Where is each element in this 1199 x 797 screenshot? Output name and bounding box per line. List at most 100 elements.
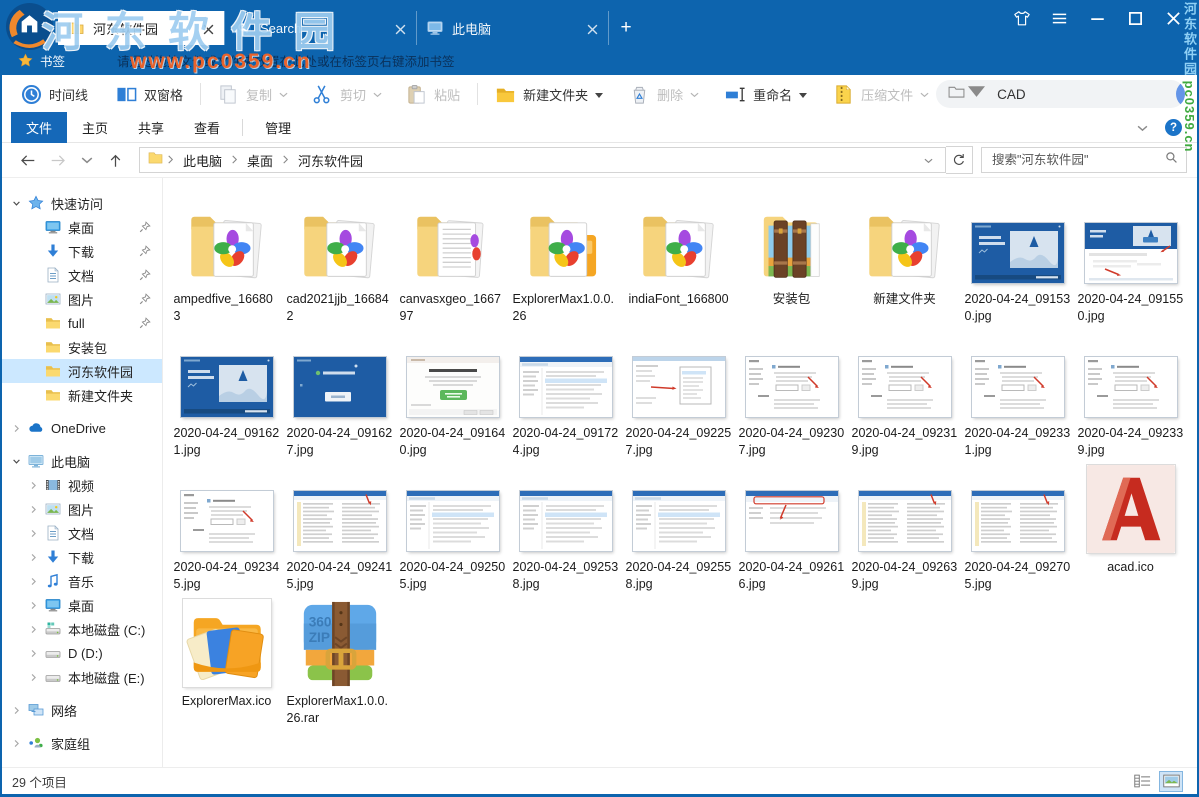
sidebar-item[interactable]: 此电脑 xyxy=(2,449,162,473)
file-item[interactable]: indiaFont_166800 xyxy=(622,192,735,326)
sidebar-item[interactable]: 下载 xyxy=(2,545,162,569)
sidebar-item[interactable]: 新建文件夹 xyxy=(2,383,162,407)
copy-button[interactable]: 复制 xyxy=(211,75,295,113)
file-item[interactable]: 2020-04-24_091724.jpg xyxy=(509,326,622,460)
file-item[interactable]: 2020-04-24_092538.jpg xyxy=(509,460,622,594)
file-item[interactable]: 新建文件夹 xyxy=(848,192,961,326)
sidebar-item[interactable]: 图片 xyxy=(2,287,162,311)
chevron-down-icon[interactable] xyxy=(373,85,382,103)
breadcrumb-chevron-icon[interactable] xyxy=(282,151,289,169)
sidebar-item[interactable]: 视频 xyxy=(2,473,162,497)
browser-tab-0[interactable]: 河东软件园 xyxy=(58,11,224,45)
cut-button[interactable]: 剪切 xyxy=(305,75,389,113)
collapse-ribbon-icon[interactable] xyxy=(1137,119,1148,137)
chevron-right-icon[interactable] xyxy=(29,648,43,658)
sidebar-item[interactable]: OneDrive xyxy=(2,416,162,440)
file-item[interactable]: acad.ico xyxy=(1074,460,1187,594)
sidebar-item[interactable]: 网络 xyxy=(2,698,162,722)
ribbon-tab-2[interactable]: 共享 xyxy=(123,112,179,143)
new-folder-button[interactable]: 新建文件夹 xyxy=(488,75,610,113)
file-item[interactable]: 2020-04-24_092345.jpg xyxy=(170,460,283,594)
bookmark-star-icon[interactable] xyxy=(18,53,33,68)
chevron-right-icon[interactable] xyxy=(29,528,43,538)
breadcrumb-segment[interactable]: 桌面 xyxy=(238,151,282,170)
breadcrumb[interactable]: 此电脑桌面河东软件园 xyxy=(139,147,946,173)
theme-skin-icon[interactable] xyxy=(1008,6,1035,30)
dropdown-caret-icon[interactable] xyxy=(595,85,603,103)
chevron-right-icon[interactable] xyxy=(29,576,43,586)
file-item[interactable]: ampedfive_166803 xyxy=(170,192,283,326)
chevron-right-icon[interactable] xyxy=(29,624,43,634)
toolbar-search-box[interactable] xyxy=(936,80,1185,108)
chevron-down-icon[interactable] xyxy=(279,85,288,103)
close-tab-icon[interactable] xyxy=(203,23,214,34)
up-button[interactable] xyxy=(100,153,131,168)
chevron-right-icon[interactable] xyxy=(29,600,43,610)
sidebar-item[interactable]: 文档 xyxy=(2,521,162,545)
sidebar-item[interactable]: 桌面 xyxy=(2,215,162,239)
breadcrumb-chevron-icon[interactable] xyxy=(231,151,238,169)
chevron-right-icon[interactable] xyxy=(29,672,43,682)
address-dropdown-icon[interactable] xyxy=(916,151,941,169)
chevron-right-icon[interactable] xyxy=(12,738,26,748)
forward-button[interactable] xyxy=(43,153,74,168)
chevron-right-icon[interactable] xyxy=(12,423,26,433)
search-go-button[interactable] xyxy=(1176,80,1185,108)
file-item[interactable]: 2020-04-24_092257.jpg xyxy=(622,326,735,460)
sidebar-item[interactable]: 快速访问 xyxy=(2,191,162,215)
file-item[interactable]: 2020-04-24_092639.jpg xyxy=(848,460,961,594)
file-item[interactable]: 2020-04-24_092307.jpg xyxy=(735,326,848,460)
close-tab-icon[interactable] xyxy=(395,23,406,34)
file-item[interactable]: 360ZIPExplorerMax1.0.0.26.rar xyxy=(283,594,396,728)
sidebar-item[interactable]: 家庭组 xyxy=(2,731,162,755)
file-item[interactable]: 2020-04-24_091621.jpg xyxy=(170,326,283,460)
chevron-down-icon[interactable] xyxy=(12,198,26,208)
file-item[interactable]: ExplorerMax.ico xyxy=(170,594,283,728)
sidebar-item[interactable]: 音乐 xyxy=(2,569,162,593)
recent-locations-chevron-icon[interactable] xyxy=(74,153,100,168)
file-item[interactable]: 2020-04-24_092339.jpg xyxy=(1074,326,1187,460)
file-item[interactable]: 2020-04-24_091530.jpg xyxy=(961,192,1074,326)
ribbon-tab-3[interactable]: 查看 xyxy=(179,112,235,143)
breadcrumb-segment[interactable]: 河东软件园 xyxy=(289,151,372,170)
chevron-right-icon[interactable] xyxy=(29,480,43,490)
sidebar-item[interactable]: 桌面 xyxy=(2,593,162,617)
delete-button[interactable]: 删除 xyxy=(622,75,706,113)
file-item[interactable]: cad2021jjb_166842 xyxy=(283,192,396,326)
back-button[interactable] xyxy=(12,153,43,168)
folder-search-box[interactable] xyxy=(981,147,1187,173)
chevron-down-icon[interactable] xyxy=(690,85,699,103)
file-item[interactable]: 2020-04-24_092415.jpg xyxy=(283,460,396,594)
chevron-down-icon[interactable] xyxy=(12,456,26,466)
search-input[interactable] xyxy=(995,86,1176,103)
sidebar-item[interactable]: 本地磁盘 (E:) xyxy=(2,665,162,689)
breadcrumb-segment[interactable]: 此电脑 xyxy=(174,151,231,170)
close-tab-icon[interactable] xyxy=(587,23,598,34)
maximize-button[interactable] xyxy=(1122,6,1149,30)
sidebar-item[interactable]: 河东软件园 xyxy=(2,359,162,383)
file-item[interactable]: 2020-04-24_091627.jpg xyxy=(283,326,396,460)
new-tab-button[interactable]: + xyxy=(608,11,643,45)
sidebar-item[interactable]: 下载 xyxy=(2,239,162,263)
refresh-button[interactable] xyxy=(946,146,973,174)
search-scope-selector[interactable] xyxy=(948,85,985,103)
details-view-button[interactable] xyxy=(1130,771,1154,792)
chevron-down-icon[interactable] xyxy=(920,85,929,103)
dual-pane-button[interactable]: 双窗格 xyxy=(109,75,190,113)
sidebar-item[interactable]: 文档 xyxy=(2,263,162,287)
file-item[interactable]: canvasxgeo_166797 xyxy=(396,192,509,326)
timeline-button[interactable]: 时间线 xyxy=(14,75,95,113)
browser-tab-2[interactable]: 此电脑 xyxy=(416,11,608,45)
sidebar-item[interactable]: 图片 xyxy=(2,497,162,521)
sidebar-item[interactable]: full xyxy=(2,311,162,335)
dropdown-caret-icon[interactable] xyxy=(799,85,807,103)
file-item[interactable]: 2020-04-24_091550.jpg xyxy=(1074,192,1187,326)
file-item[interactable]: 2020-04-24_091640.jpg xyxy=(396,326,509,460)
breadcrumb-chevron-icon[interactable] xyxy=(167,151,174,169)
paste-button[interactable]: 粘贴 xyxy=(399,75,467,113)
menu-icon[interactable] xyxy=(1046,6,1073,30)
sidebar-item[interactable]: 安装包 xyxy=(2,335,162,359)
chevron-right-icon[interactable] xyxy=(29,552,43,562)
bookmark-label[interactable]: 书签 xyxy=(40,51,65,70)
minimize-button[interactable] xyxy=(1084,6,1111,30)
